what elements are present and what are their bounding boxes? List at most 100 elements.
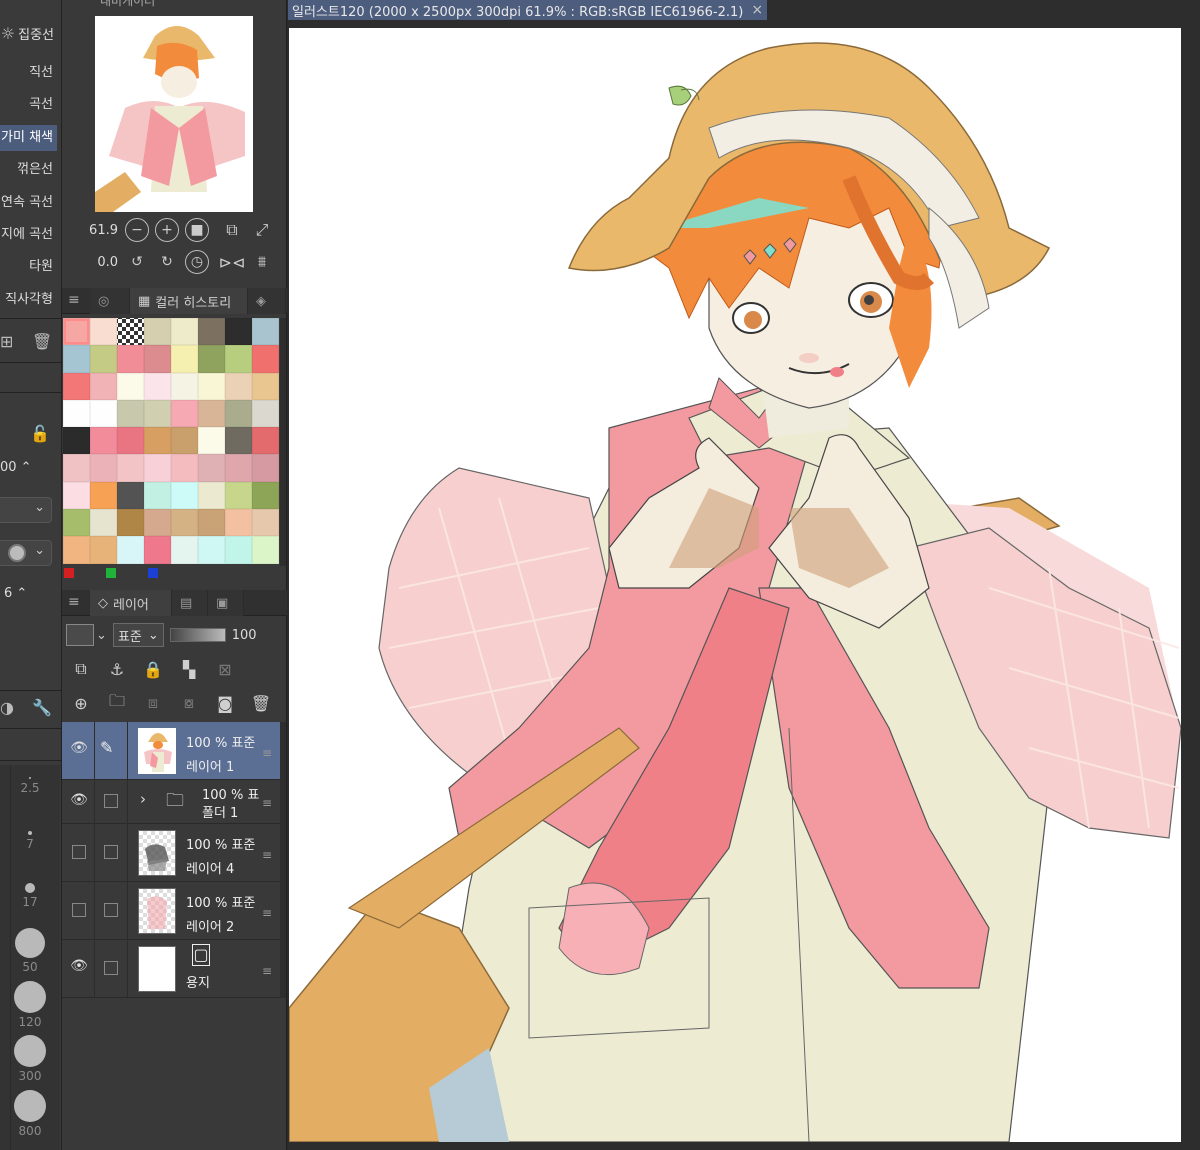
color-swatch[interactable] xyxy=(198,509,225,537)
brush-size-50[interactable]: 50 xyxy=(2,928,58,974)
color-scrollbar[interactable] xyxy=(280,318,286,566)
color-swatch[interactable] xyxy=(252,372,279,400)
color-swatch[interactable] xyxy=(225,427,252,455)
brush-size-7[interactable]: 7 xyxy=(2,831,58,851)
rotation-value[interactable]: 0.0 xyxy=(62,255,122,270)
sub-tool-ellipse[interactable]: 타원 xyxy=(0,254,57,280)
layer-opacity-slider[interactable] xyxy=(169,628,226,642)
brush-size-2.5[interactable]: 2.5 xyxy=(2,777,58,795)
color-swatch[interactable] xyxy=(144,318,171,346)
zoom-in-icon[interactable]: + xyxy=(155,218,179,242)
flip-horizontal-icon[interactable]: ⊳⊲ xyxy=(219,250,246,274)
layer-checkbox[interactable] xyxy=(104,845,118,859)
color-swatch[interactable] xyxy=(171,481,198,510)
color-swatch[interactable] xyxy=(252,481,279,510)
navigator-preview[interactable] xyxy=(95,16,253,212)
tab-layer-property[interactable]: ▣ xyxy=(208,590,244,616)
color-swatch[interactable] xyxy=(225,372,252,400)
color-swatch[interactable] xyxy=(198,318,225,346)
clip-icon[interactable]: ⧉ xyxy=(66,655,96,683)
rotate-left-icon[interactable]: ↺ xyxy=(125,250,149,274)
color-swatch[interactable] xyxy=(144,509,171,537)
color-swatch[interactable] xyxy=(144,345,171,373)
mask-enable-icon[interactable]: ⊠ xyxy=(210,655,240,683)
expand-icon[interactable]: ⤢ xyxy=(250,218,274,242)
drag-handle-icon[interactable]: ≡ xyxy=(262,906,272,920)
color-swatch[interactable] xyxy=(117,509,144,537)
tool-property-icon[interactable]: ◑ xyxy=(0,698,14,717)
rotate-right-icon[interactable]: ↻ xyxy=(155,250,179,274)
visibility-eye-icon[interactable]: 👁 xyxy=(68,792,90,812)
tab-animation[interactable]: ▤ xyxy=(172,590,208,616)
sub-tool-active[interactable]: 가미 채색 xyxy=(0,125,57,151)
reset-rotation-icon[interactable]: ◷ xyxy=(185,250,209,274)
color-swatch[interactable] xyxy=(90,481,117,510)
color-swatch[interactable] xyxy=(198,399,225,428)
color-swatch[interactable] xyxy=(90,372,117,400)
color-swatch[interactable] xyxy=(252,399,279,428)
color-swatch[interactable] xyxy=(198,481,225,510)
color-swatch[interactable] xyxy=(252,536,279,564)
flip-vertical-icon[interactable]: ⩩ xyxy=(250,250,274,274)
color-swatch[interactable] xyxy=(90,399,117,428)
color-swatch[interactable] xyxy=(252,318,279,346)
layer-checkbox[interactable] xyxy=(104,961,118,975)
visibility-eye-icon[interactable]: 👁 xyxy=(68,740,90,760)
layer-row[interactable]: 100 % 표준 레이어 2 ≡ xyxy=(62,882,280,940)
size-readout[interactable]: 6 ⌃ xyxy=(4,586,27,601)
layer-scrollbar[interactable] xyxy=(280,722,286,998)
layer-row[interactable]: 👁 ✎ 100 % 표준 레이어 1 ≡ xyxy=(62,722,280,780)
layer-color-box[interactable] xyxy=(66,624,94,646)
color-swatch[interactable] xyxy=(198,427,225,455)
lock-transparency-icon[interactable]: ▚ xyxy=(174,655,204,683)
color-swatch[interactable] xyxy=(90,427,117,455)
color-swatch[interactable] xyxy=(225,481,252,510)
color-swatch[interactable] xyxy=(225,509,252,537)
tab-color-set[interactable]: ◎ xyxy=(90,288,130,314)
color-swatch[interactable] xyxy=(144,454,171,482)
zoom-value[interactable]: 61.9 xyxy=(62,223,122,238)
zoom-out-icon[interactable]: − xyxy=(125,218,149,242)
color-swatch[interactable] xyxy=(63,427,90,455)
layer-opacity-value[interactable]: 100 xyxy=(232,628,257,643)
drag-handle-icon[interactable]: ≡ xyxy=(262,848,272,862)
color-swatch[interactable] xyxy=(117,399,144,428)
color-swatch[interactable] xyxy=(252,509,279,537)
tab-approximate-color[interactable]: ◈ xyxy=(248,288,286,314)
color-swatch[interactable] xyxy=(225,399,252,428)
fit-to-screen-icon[interactable]: ⧉ xyxy=(220,218,244,242)
close-icon[interactable]: × xyxy=(751,2,763,18)
color-swatch[interactable] xyxy=(63,318,90,346)
color-swatch[interactable] xyxy=(198,454,225,482)
color-swatch[interactable] xyxy=(63,536,90,564)
color-swatch[interactable] xyxy=(63,372,90,400)
wrench-icon[interactable]: 🔧 xyxy=(32,698,52,717)
color-swatch[interactable] xyxy=(90,454,117,482)
layer-checkbox[interactable] xyxy=(104,903,118,917)
color-swatch[interactable] xyxy=(117,481,144,510)
visibility-checkbox[interactable] xyxy=(72,903,86,917)
brush-size-120[interactable]: 120 xyxy=(2,981,58,1029)
color-swatch[interactable] xyxy=(171,536,198,564)
transfer-down-icon[interactable]: ⧈ xyxy=(138,689,168,717)
color-swatch[interactable] xyxy=(117,427,144,455)
opacity-readout[interactable]: 00 ⌃ xyxy=(0,460,32,475)
menu-icon[interactable]: ≡ xyxy=(68,292,80,308)
drag-handle-icon[interactable]: ≡ xyxy=(262,796,272,810)
color-swatch[interactable] xyxy=(144,372,171,400)
visibility-eye-icon[interactable]: 👁 xyxy=(68,958,90,978)
color-swatch[interactable] xyxy=(90,509,117,537)
layer-mask-icon[interactable]: ◙ xyxy=(210,689,240,717)
unlock-icon[interactable]: 🔓 xyxy=(30,424,50,443)
texture-dropdown[interactable]: ⌄ xyxy=(0,540,52,566)
color-swatch[interactable] xyxy=(144,481,171,510)
color-swatch[interactable] xyxy=(117,318,144,346)
color-swatch[interactable] xyxy=(117,454,144,482)
color-swatch[interactable] xyxy=(171,372,198,400)
color-swatch[interactable] xyxy=(63,399,90,428)
tab-color-history[interactable]: ▦ 컬러 히스토리 xyxy=(130,288,248,314)
duplicate-subtool-icon[interactable]: ⊞ xyxy=(0,332,13,351)
brush-size-800[interactable]: 800 xyxy=(2,1090,58,1138)
color-swatch[interactable] xyxy=(90,318,117,346)
sub-tool-rectangle[interactable]: 직사각형 xyxy=(0,287,57,313)
